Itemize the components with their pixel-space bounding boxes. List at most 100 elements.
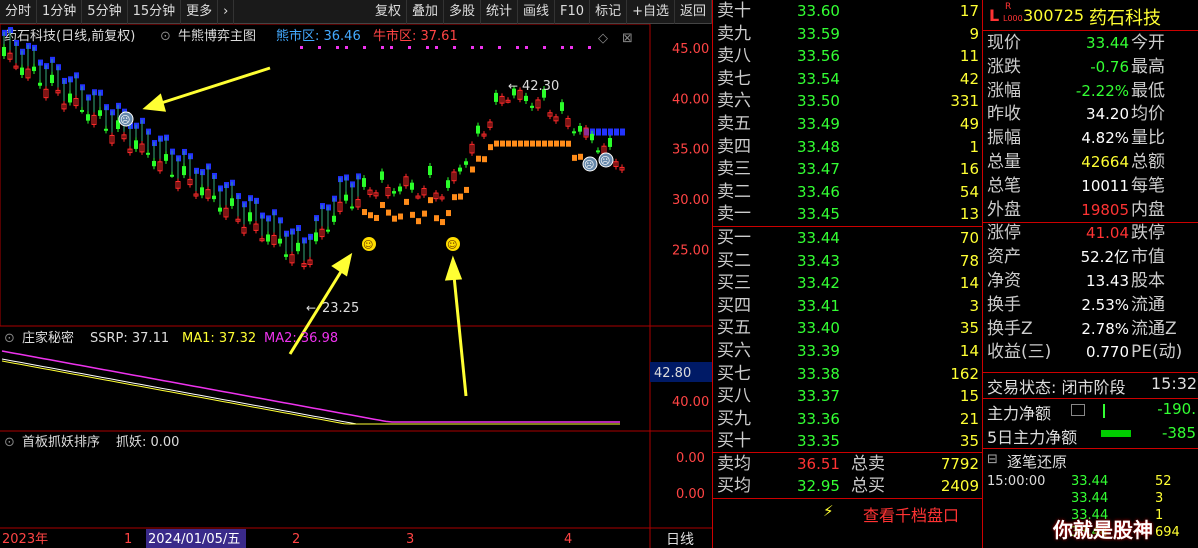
quote-row: 换手 2.53% 流通: [983, 294, 1198, 317]
period-label[interactable]: 日线: [666, 532, 694, 548]
bull-band-segment: [416, 218, 421, 225]
candle-body: [326, 229, 330, 232]
period-tab[interactable]: 1分钟: [37, 0, 83, 24]
buys-row[interactable]: 买六 33.39 14: [713, 340, 983, 363]
sells-row[interactable]: 卖七 33.54 42: [713, 68, 983, 91]
indicator-toggle-icon[interactable]: ⊙: [160, 29, 171, 44]
tool-button[interactable]: 复权: [370, 0, 407, 24]
buys-row[interactable]: 买二 33.43 78: [713, 250, 983, 273]
tick-row: 33.44 3: [983, 491, 1198, 508]
buys-level: 买九: [717, 408, 751, 429]
menu-icon[interactable]: [1071, 404, 1085, 416]
quote-row: 资产 52.2亿 市值: [983, 246, 1198, 269]
main-net5-value: -385: [1161, 424, 1196, 442]
ticks-toggle-icon[interactable]: ⊟: [987, 452, 998, 467]
bull-band-segment: [548, 140, 553, 147]
signal-dot: [588, 46, 591, 49]
candle-body: [428, 165, 432, 176]
time-label-1: 1: [124, 532, 132, 547]
tool-button[interactable]: F10: [555, 0, 591, 24]
buys-row[interactable]: 买十 33.35 35: [713, 430, 983, 453]
tool-button[interactable]: 统计: [481, 0, 519, 24]
main-net-value: -190.: [1157, 400, 1196, 418]
sells-row[interactable]: 卖三 33.47 16: [713, 158, 983, 181]
candle-body: [152, 160, 156, 167]
sells-row[interactable]: 卖二 33.46 54: [713, 181, 983, 204]
bull-band-segment: [410, 211, 415, 218]
sells-row[interactable]: 卖一 33.45 13: [713, 203, 983, 226]
tool-button[interactable]: 标记: [590, 0, 628, 24]
quote-row: 涨跌 -0.76 最高: [983, 56, 1198, 79]
sub1-y-tick: 40.00: [672, 395, 709, 410]
quote-label: 涨跌: [987, 56, 1021, 77]
candle-body: [38, 82, 42, 86]
indicator-name: 牛熊博弈主图: [178, 28, 256, 44]
sells-row[interactable]: 卖五 33.49 49: [713, 113, 983, 136]
time-cursor-label: 2024/01/05/五: [148, 532, 240, 547]
tool-button[interactable]: 返回: [675, 0, 712, 24]
quote-value: -0.76: [1090, 57, 1129, 76]
quote-row: 换手Z 2.78% 流通Z: [983, 318, 1198, 341]
candle-body: [344, 194, 348, 201]
main-net5-bar: [1101, 430, 1131, 437]
more-arrow-icon[interactable]: ›: [218, 0, 235, 24]
sells-volume: 17: [959, 2, 979, 20]
tool-button[interactable]: +自选: [627, 0, 675, 24]
close-icon[interactable]: ⊠: [622, 31, 633, 46]
sub2-toggle-icon[interactable]: ⊙: [4, 435, 15, 450]
cursor-value: 42.80: [654, 366, 691, 381]
buys-row[interactable]: 买八 33.37 15: [713, 385, 983, 408]
candle-body: [590, 133, 594, 141]
sells-row[interactable]: 卖九 33.59 9: [713, 23, 983, 46]
sells-row[interactable]: 卖十 33.60 17: [713, 0, 983, 23]
buys-price: 33.44: [797, 229, 840, 247]
kline-chart[interactable]: 药石科技(日线,前复权) ⊙ 牛熊博弈主图 熊市区: 36.46 牛市区: 37…: [0, 24, 712, 548]
sub1-toggle-icon[interactable]: ⊙: [4, 331, 15, 346]
sells-row[interactable]: 卖八 33.56 11: [713, 45, 983, 68]
bull-band-segment: [542, 140, 547, 147]
period-tab[interactable]: 5分钟: [82, 0, 128, 24]
tool-button[interactable]: 画线: [518, 0, 556, 24]
candle-body: [476, 125, 480, 134]
badge-sub: L000: [1003, 14, 1023, 23]
bear-band-segment: [596, 128, 601, 136]
quote-label-right: 市值: [1131, 247, 1165, 268]
buys-row[interactable]: 买一 33.44 70: [713, 227, 983, 250]
signal-dot: [390, 46, 393, 49]
period-tab[interactable]: 分时: [0, 0, 38, 24]
view-more-link[interactable]: 查看千档盘口: [863, 502, 959, 526]
tick-time: 15:00:00: [987, 474, 1046, 489]
period-tab[interactable]: 更多: [181, 0, 219, 24]
candle-body: [596, 150, 600, 153]
svg-text:☹: ☹: [600, 156, 610, 167]
quote-label-right: 跌停: [1131, 223, 1165, 244]
quote-label: 总量: [987, 152, 1021, 172]
sells-row[interactable]: 卖四 33.48 1: [713, 136, 983, 159]
bull-band-segment: [530, 140, 535, 147]
tool-button[interactable]: 叠加: [407, 0, 444, 24]
signal-dot: [543, 46, 546, 49]
candle-body: [134, 140, 138, 149]
buys-volume: 14: [959, 274, 979, 293]
bull-band-segment: [458, 193, 463, 200]
quote-row: 现价 33.44 今开: [983, 32, 1198, 55]
buys-row[interactable]: 买九 33.36 21: [713, 408, 983, 431]
candle-body: [98, 110, 102, 116]
quote-label: 收益(三): [987, 342, 1052, 363]
candle-body: [32, 66, 36, 72]
lightning-icon: ⚡: [823, 502, 834, 520]
quote-value: 2.53%: [1081, 295, 1129, 314]
sells-row[interactable]: 卖六 33.50 331: [713, 90, 983, 113]
bull-band-segment: [566, 140, 571, 147]
signal-dot: [453, 46, 456, 49]
buys-row[interactable]: 买七 33.38 162: [713, 363, 983, 386]
buys-row[interactable]: 买四 33.41 3: [713, 295, 983, 318]
collapse-icon[interactable]: ◇: [598, 31, 608, 46]
sub1-lines: [1, 350, 620, 425]
sells-volume: 54: [959, 182, 979, 201]
tool-button[interactable]: 多股: [444, 0, 481, 24]
buys-row[interactable]: 买三 33.42 14: [713, 272, 983, 295]
period-tab[interactable]: 15分钟: [128, 0, 182, 24]
sells-volume: 42: [959, 69, 979, 88]
buys-row[interactable]: 买五 33.40 35: [713, 317, 983, 340]
